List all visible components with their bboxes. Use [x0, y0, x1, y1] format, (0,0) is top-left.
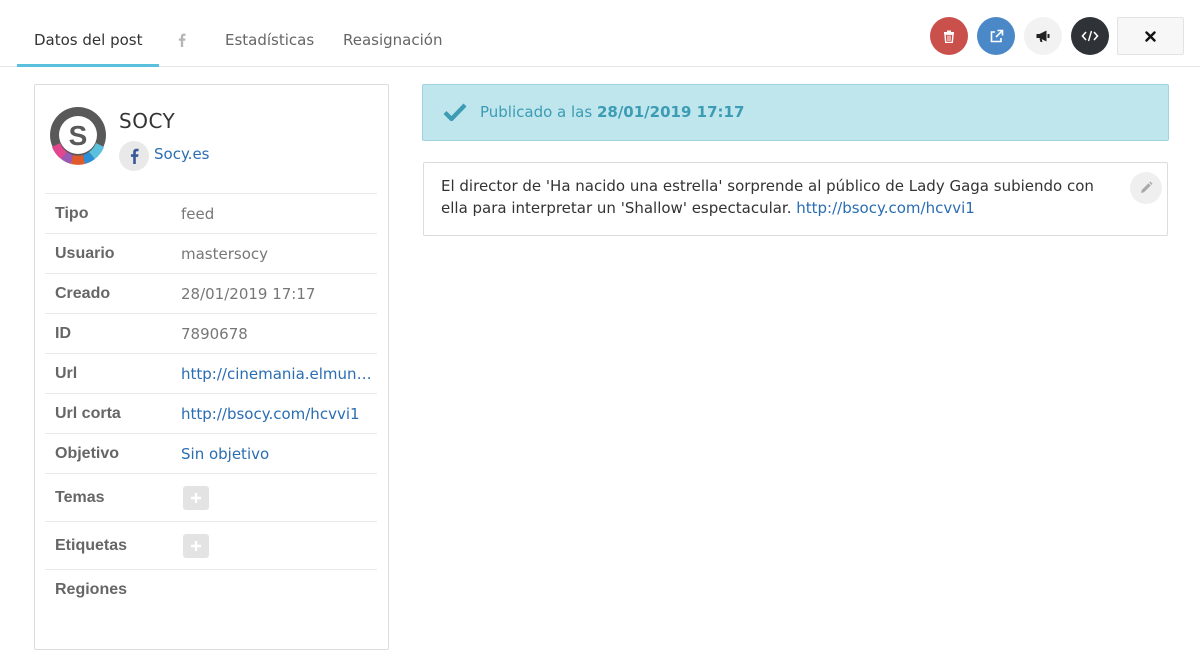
row-temas: Temas	[45, 473, 377, 521]
add-tag-button[interactable]	[183, 534, 209, 558]
svg-text:S: S	[69, 120, 88, 151]
row-tipo: Tipo feed	[45, 193, 377, 233]
row-creado: Creado 28/01/2019 17:17	[45, 273, 377, 313]
row-value: feed	[181, 205, 215, 223]
plus-icon	[191, 541, 201, 551]
row-label: Objetivo	[55, 445, 120, 462]
post-content-box: El director de 'Ha nacido una estrella' …	[423, 162, 1168, 236]
promote-button[interactable]	[1024, 17, 1062, 55]
facebook-icon	[119, 141, 149, 171]
row-label: Usuario	[55, 245, 115, 262]
row-label: Tipo	[55, 205, 89, 222]
plus-icon	[191, 493, 201, 503]
tab-reassignment[interactable]: Reasignación	[343, 17, 442, 67]
trash-icon	[944, 30, 954, 43]
tab-statistics[interactable]: Estadísticas	[225, 17, 314, 67]
megaphone-icon	[1036, 30, 1050, 42]
post-info-card: S SOCY Socy.es Tipo feed Usuario masters…	[34, 84, 389, 650]
row-value: 28/01/2019 17:17	[181, 285, 316, 303]
post-body: El director de 'Ha nacido una estrella' …	[441, 177, 1094, 217]
code-icon	[1081, 30, 1099, 42]
row-url-corta: Url corta http://bsocy.com/hcvvi1	[45, 393, 377, 433]
post-link[interactable]: http://bsocy.com/hcvvi1	[796, 199, 975, 217]
embed-code-button[interactable]	[1071, 17, 1109, 55]
close-button[interactable]	[1117, 17, 1184, 55]
open-external-button[interactable]	[977, 17, 1015, 55]
account-page-link[interactable]: Socy.es	[154, 145, 210, 163]
row-etiquetas: Etiquetas	[45, 521, 377, 569]
account-avatar: S	[50, 107, 106, 165]
row-label: Etiquetas	[55, 537, 128, 554]
post-details-table: Tipo feed Usuario mastersocy Creado 28/0…	[45, 193, 377, 609]
external-link-icon	[990, 29, 1003, 42]
row-label: Temas	[55, 489, 105, 506]
row-regiones: Regiones	[45, 569, 377, 609]
published-datetime: 28/01/2019 17:17	[596, 103, 745, 121]
delete-button[interactable]	[930, 17, 968, 55]
check-icon	[443, 103, 467, 122]
row-label: Url	[55, 365, 78, 382]
edit-post-button[interactable]	[1130, 172, 1162, 204]
tab-facebook-icon[interactable]	[177, 33, 187, 47]
tab-post-data[interactable]: Datos del post	[16, 17, 161, 67]
published-status-banner: Publicado a las 28/01/2019 17:17	[422, 84, 1169, 141]
row-label: ID	[55, 325, 71, 342]
pencil-icon	[1141, 181, 1153, 193]
row-usuario: Usuario mastersocy	[45, 233, 377, 273]
row-label: Creado	[55, 285, 111, 302]
objective-link[interactable]: Sin objetivo	[181, 434, 373, 474]
row-value: mastersocy	[181, 245, 269, 263]
add-topic-button[interactable]	[183, 486, 209, 510]
row-label: Regiones	[55, 581, 128, 598]
row-value: 7890678	[181, 325, 248, 343]
row-objetivo: Objetivo Sin objetivo	[45, 433, 377, 473]
row-label: Url corta	[55, 405, 121, 422]
top-bar: Datos del post Estadísticas Reasignación	[0, 0, 1200, 67]
post-text: El director de 'Ha nacido una estrella' …	[441, 175, 1111, 219]
published-prefix: Publicado a las	[480, 103, 597, 121]
published-text: Publicado a las 28/01/2019 17:17	[480, 103, 744, 121]
short-url-link[interactable]: http://bsocy.com/hcvvi1	[181, 394, 373, 434]
account-name: SOCY	[119, 109, 176, 133]
url-link[interactable]: http://cinemania.elmundo.es/	[181, 354, 373, 394]
row-url: Url http://cinemania.elmundo.es/	[45, 353, 377, 393]
row-id: ID 7890678	[45, 313, 377, 353]
close-icon	[1145, 30, 1156, 42]
